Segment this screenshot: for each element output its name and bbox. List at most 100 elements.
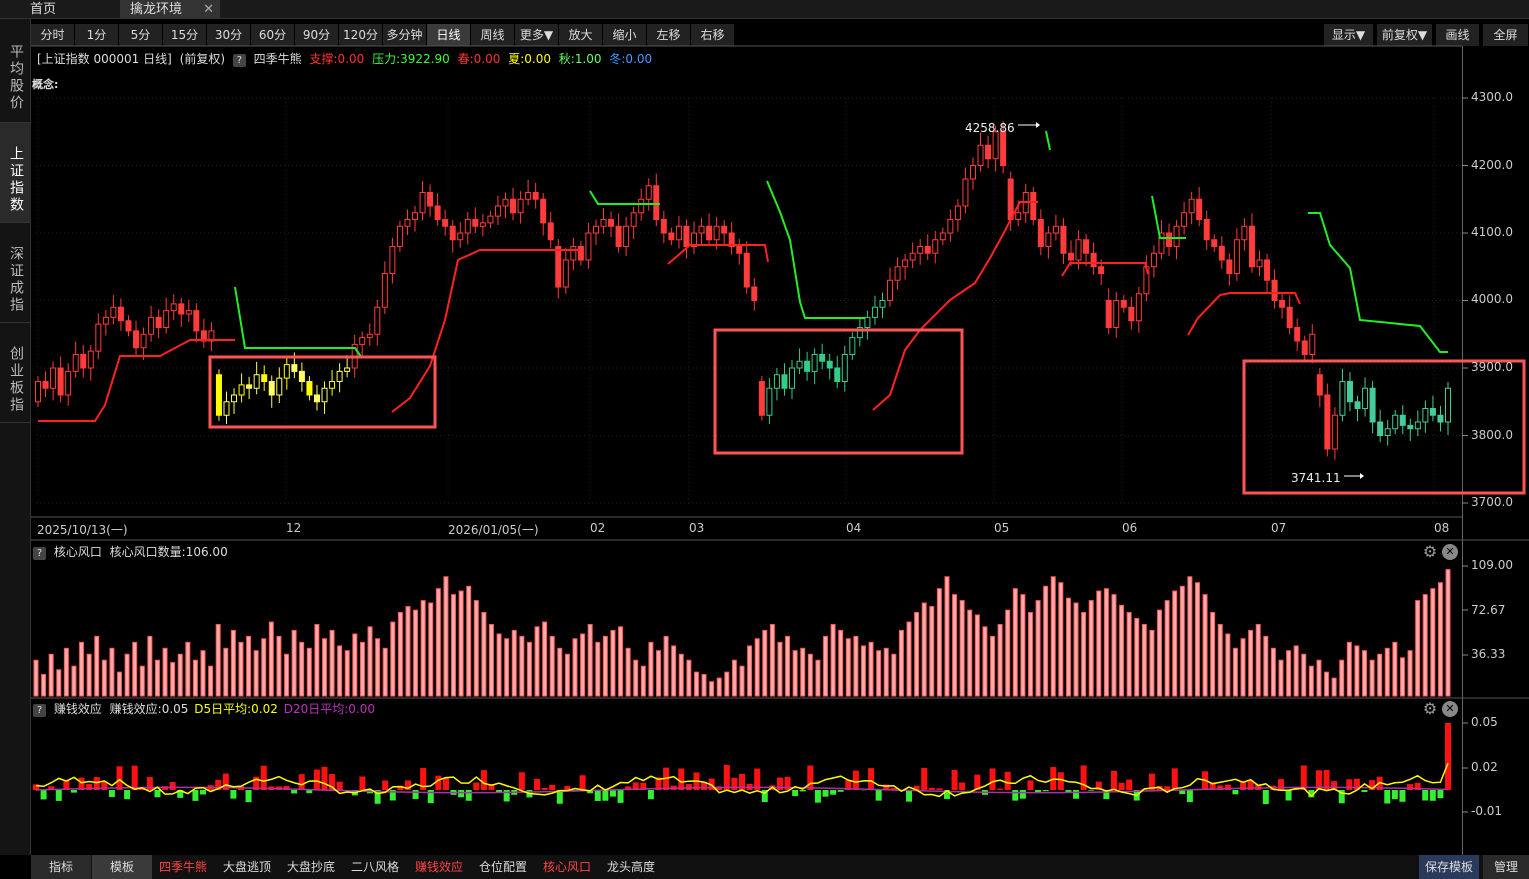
candle-body xyxy=(1000,131,1007,166)
wind-bar xyxy=(443,576,449,697)
candle-body xyxy=(442,219,449,227)
candle-body xyxy=(1203,219,1210,241)
candle-body xyxy=(1045,232,1052,247)
wind-bar xyxy=(154,659,160,697)
bottom-item-leader-height[interactable]: 龙头高度 xyxy=(601,855,661,879)
close-icon[interactable]: ✕ xyxy=(1442,701,1458,717)
candle-body xyxy=(193,310,200,332)
money-bar-negative xyxy=(124,790,131,800)
candle-body xyxy=(1083,239,1090,254)
wind-bar xyxy=(200,650,206,697)
money-bar-positive xyxy=(959,782,966,790)
money-effect-value: 赚钱效应:0.05 xyxy=(109,702,189,716)
wind-bar xyxy=(663,635,669,697)
help-icon[interactable]: ? xyxy=(33,547,46,560)
wind-bar xyxy=(79,641,85,697)
money-bar-negative xyxy=(1186,790,1193,803)
wind-bar xyxy=(117,671,123,697)
wind-bar xyxy=(1240,638,1246,697)
wind-bar xyxy=(1027,612,1033,697)
wind-bar xyxy=(671,645,677,697)
candle-body xyxy=(1369,387,1376,423)
candle-body xyxy=(1128,306,1135,322)
bottom-item-28-style[interactable]: 二八风格 xyxy=(345,855,405,879)
wind-tick: 36.33 xyxy=(1471,647,1506,661)
gear-icon[interactable]: ⚙ xyxy=(1422,701,1438,717)
manage-button[interactable]: 管理 xyxy=(1483,855,1529,879)
candle-body xyxy=(887,279,894,301)
highlight-box xyxy=(713,328,964,455)
wind-count-value: 核心风口数量:106.00 xyxy=(109,545,228,559)
wind-bar xyxy=(1354,645,1360,697)
money-bar-negative xyxy=(1073,790,1080,799)
wind-bar xyxy=(807,653,813,697)
money-bar-positive xyxy=(442,777,449,790)
candle-body xyxy=(1135,293,1142,322)
candle-body xyxy=(1377,421,1384,436)
candle-body xyxy=(374,306,381,335)
wind-bar xyxy=(959,600,965,697)
date-tick: 08 xyxy=(1434,521,1450,535)
wind-bar xyxy=(868,641,874,697)
wind-bar xyxy=(777,641,783,697)
indicator-tab[interactable]: 指标 xyxy=(31,855,91,879)
money-bar-negative xyxy=(192,790,199,801)
wind-bar xyxy=(1081,612,1087,697)
candle-body xyxy=(645,185,652,200)
money-bar-positive xyxy=(534,778,541,790)
candle-body xyxy=(1241,225,1248,241)
wind-bar xyxy=(306,647,312,697)
money-bar-positive xyxy=(116,766,123,790)
candle-body xyxy=(238,384,245,396)
money-bar-positive xyxy=(936,788,943,790)
template-tab[interactable]: 模板 xyxy=(92,855,152,879)
money-bar-negative xyxy=(465,790,472,801)
wind-bar xyxy=(845,638,851,697)
candle-body xyxy=(871,306,878,318)
wind-bar xyxy=(177,653,183,697)
wind-bar xyxy=(1263,635,1269,697)
money-bar-negative xyxy=(1391,790,1398,800)
candlestick-chart[interactable] xyxy=(0,0,1529,879)
candle-body xyxy=(140,333,147,349)
wind-bar xyxy=(1202,594,1208,697)
wind-bar xyxy=(618,626,624,697)
wind-bar xyxy=(344,650,350,697)
candle-body xyxy=(1354,401,1361,409)
money-bar-positive xyxy=(169,782,176,790)
bottom-item-four-seasons[interactable]: 四季牛熊 xyxy=(155,855,211,879)
bottom-item-money-effect[interactable]: 赚钱效应 xyxy=(409,855,469,879)
wind-bar xyxy=(876,650,882,697)
money-bar-negative xyxy=(230,790,237,799)
date-tick: 04 xyxy=(846,521,862,535)
money-bar-positive xyxy=(1057,772,1064,790)
candle-body xyxy=(329,381,336,389)
wind-panel-name: 核心风口 xyxy=(53,545,102,559)
candle-body xyxy=(917,246,924,254)
wind-bar xyxy=(838,629,844,697)
help-icon[interactable]: ? xyxy=(33,704,46,717)
money-bar-negative xyxy=(55,790,62,801)
wind-bar xyxy=(1308,665,1314,697)
gear-icon[interactable]: ⚙ xyxy=(1422,544,1438,560)
save-template-button[interactable]: 保存模板 xyxy=(1419,855,1479,879)
wind-bar xyxy=(94,635,100,697)
candle-body xyxy=(276,377,283,396)
bottom-item-market-top[interactable]: 大盘逃顶 xyxy=(217,855,277,879)
bottom-item-core-wind[interactable]: 核心风口 xyxy=(537,855,597,879)
candle-body xyxy=(1331,414,1338,450)
money-bar-negative xyxy=(647,790,654,800)
wind-bar xyxy=(291,629,297,697)
wind-bar xyxy=(1088,600,1094,697)
money-bar-positive xyxy=(260,765,267,790)
bottom-item-position[interactable]: 仓位配置 xyxy=(473,855,533,879)
candle-body xyxy=(525,192,532,200)
close-icon[interactable]: ✕ xyxy=(1442,544,1458,560)
wind-bar xyxy=(572,638,578,697)
bottom-item-market-bottom[interactable]: 大盘抄底 xyxy=(281,855,341,879)
candle-body xyxy=(1429,408,1436,416)
date-tick: 2026/01/05(一) xyxy=(448,523,539,537)
support-line xyxy=(1061,262,1149,277)
wind-bar xyxy=(435,588,441,697)
wind-bar xyxy=(595,641,601,697)
